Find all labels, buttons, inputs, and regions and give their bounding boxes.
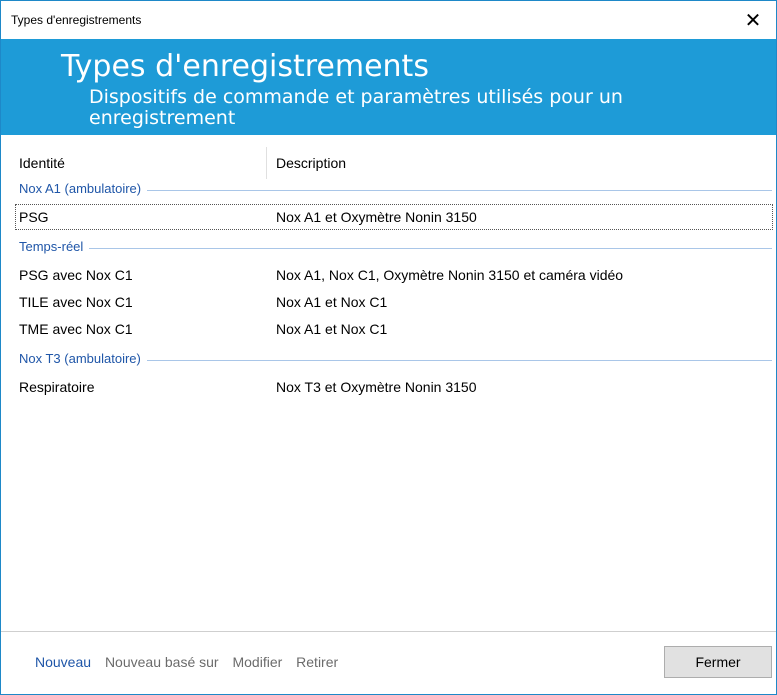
- title-bar: Types d'enregistrements ✕: [1, 1, 776, 39]
- page-title: Types d'enregistrements: [61, 49, 429, 84]
- table-row[interactable]: TILE avec Nox C1 Nox A1 et Nox C1: [1, 289, 776, 315]
- window-title: Types d'enregistrements: [11, 13, 142, 27]
- row-description: Nox A1 et Nox C1: [276, 294, 388, 310]
- column-header-identity[interactable]: Identité: [19, 155, 65, 171]
- action-links: Nouveau Nouveau basé sur Modifier Retire…: [35, 654, 348, 670]
- header-banner: Types d'enregistrements Dispositifs de c…: [1, 39, 776, 135]
- table-row[interactable]: TME avec Nox C1 Nox A1 et Nox C1: [1, 316, 776, 342]
- row-identity: PSG: [19, 209, 49, 225]
- group-label: Nox A1 (ambulatoire): [19, 181, 148, 196]
- row-description: Nox A1 et Oxymètre Nonin 3150: [276, 209, 477, 225]
- table-row[interactable]: PSG avec Nox C1 Nox A1, Nox C1, Oxymètre…: [1, 262, 776, 288]
- group-label: Temps-réel: [19, 239, 90, 254]
- table-row[interactable]: PSG Nox A1 et Oxymètre Nonin 3150: [15, 204, 773, 230]
- column-header-description[interactable]: Description: [276, 155, 346, 171]
- group-divider: [19, 248, 772, 249]
- table-row[interactable]: Respiratoire Nox T3 et Oxymètre Nonin 31…: [1, 374, 776, 400]
- row-identity: PSG avec Nox C1: [19, 267, 133, 283]
- column-separator[interactable]: [266, 147, 267, 179]
- row-identity: Respiratoire: [19, 379, 95, 395]
- row-description: Nox A1, Nox C1, Oxymètre Nonin 3150 et c…: [276, 267, 624, 283]
- edit-link[interactable]: Modifier: [232, 654, 282, 670]
- close-icon[interactable]: ✕: [730, 1, 776, 39]
- group-header: Nox A1 (ambulatoire): [1, 179, 776, 199]
- group-header: Nox T3 (ambulatoire): [1, 349, 776, 369]
- row-description: Nox A1 et Nox C1: [276, 321, 388, 337]
- dialog-window: Types d'enregistrements ✕ Types d'enregi…: [0, 0, 777, 695]
- group-header: Temps-réel: [1, 237, 776, 257]
- footer-divider: [1, 631, 776, 632]
- table-header: Identité Description: [1, 147, 776, 179]
- row-identity: TME avec Nox C1: [19, 321, 133, 337]
- close-button[interactable]: Fermer: [664, 646, 772, 678]
- group-label: Nox T3 (ambulatoire): [19, 351, 147, 366]
- page-subtitle: Dispositifs de commande et paramètres ut…: [89, 86, 623, 129]
- row-description: Nox T3 et Oxymètre Nonin 3150: [276, 379, 477, 395]
- new-based-on-link[interactable]: Nouveau basé sur: [105, 654, 219, 670]
- new-link[interactable]: Nouveau: [35, 654, 91, 670]
- remove-link[interactable]: Retirer: [296, 654, 338, 670]
- row-identity: TILE avec Nox C1: [19, 294, 133, 310]
